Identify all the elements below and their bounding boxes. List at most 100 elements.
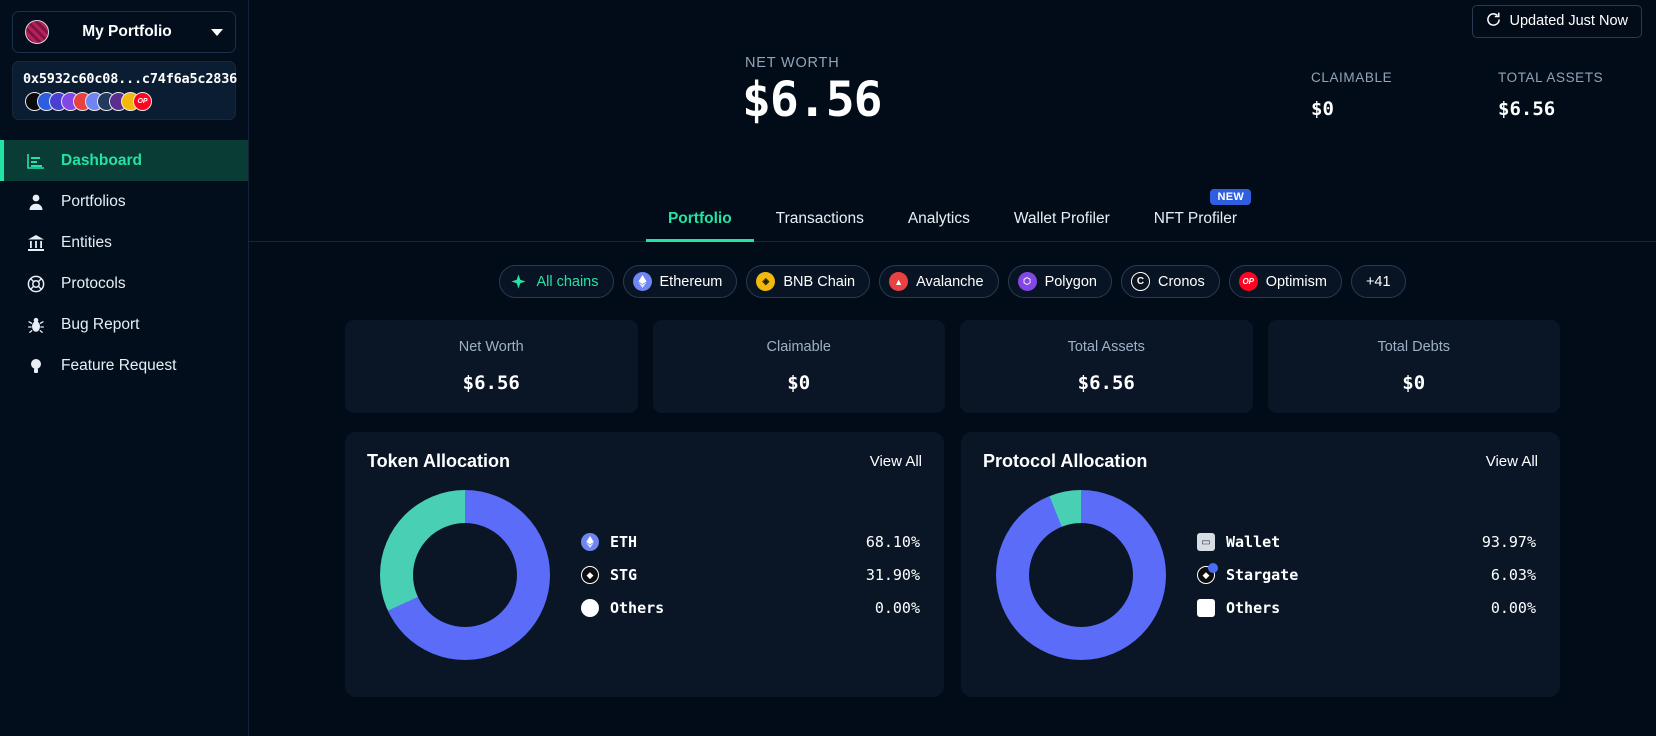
refresh-icon: [1486, 12, 1501, 31]
chain-filter-label: Avalanche: [916, 274, 983, 290]
legend-value: 0.00%: [1491, 599, 1536, 617]
summary-card-total-debts: Total Debts $0: [1268, 320, 1561, 413]
bug-icon: [26, 315, 45, 334]
net-worth-label: NET WORTH: [745, 55, 839, 71]
app-root: My Portfolio 0x5932c60c08...c74f6a5c2836…: [0, 0, 1656, 736]
wallet-icon: ▭: [1197, 533, 1215, 551]
optimism-icon: OP: [1239, 272, 1258, 291]
sparkle-icon: [509, 272, 528, 291]
refresh-label: Updated Just Now: [1510, 13, 1628, 29]
panel-title: Protocol Allocation: [983, 451, 1147, 472]
tab-bar: Portfolio Transactions Analytics Wallet …: [249, 200, 1656, 242]
protocol-allocation-donut-chart: [996, 490, 1166, 660]
legend-label: STG: [610, 566, 855, 584]
tab-nft-profiler[interactable]: NEW NFT Profiler: [1132, 200, 1259, 241]
chain-filter-ethereum[interactable]: Ethereum: [623, 265, 738, 298]
sidebar-item-entities[interactable]: Entities: [0, 222, 248, 263]
chain-filter-label: All chains: [536, 274, 598, 290]
summary-label: Total Debts: [1377, 339, 1450, 355]
legend-item[interactable]: ◆ Stargate 6.03%: [1197, 559, 1536, 592]
cronos-icon: C: [1131, 272, 1150, 291]
legend-value: 0.00%: [875, 599, 920, 617]
summary-value: $6.56: [463, 372, 520, 394]
summary-value: $0: [1402, 372, 1425, 394]
summary-card-claimable: Claimable $0: [653, 320, 946, 413]
new-badge: NEW: [1210, 189, 1251, 205]
panel-header: Token Allocation View All: [367, 451, 922, 472]
legend-label: Others: [610, 599, 864, 617]
chain-filter-all-chains[interactable]: All chains: [499, 265, 613, 298]
token-legend: ETH 68.10% ◆ STG 31.90% Others 0.00%: [563, 526, 922, 625]
sidebar-item-label: Dashboard: [61, 152, 142, 170]
summary-label: Net Worth: [459, 339, 524, 355]
tab-label: Analytics: [908, 210, 970, 227]
legend-item[interactable]: ETH 68.10%: [581, 526, 920, 559]
protocol-legend: ▭ Wallet 93.97% ◆ Stargate 6.03%: [1179, 526, 1538, 625]
sidebar-item-label: Entities: [61, 234, 112, 252]
hero-stat-claimable: CLAIMABLE $0: [1311, 70, 1392, 120]
lifebuoy-icon: [26, 274, 45, 293]
summary-card-total-assets: Total Assets $6.56: [960, 320, 1253, 413]
legend-value: 93.97%: [1482, 533, 1536, 551]
bulb-icon: [26, 356, 45, 375]
summary-label: Total Assets: [1068, 339, 1145, 355]
chain-filter-avalanche[interactable]: ▲ Avalanche: [879, 265, 998, 298]
chain-filter-label: Optimism: [1266, 274, 1327, 290]
stargate-icon: ◆: [1197, 566, 1215, 584]
hero-stat-label: TOTAL ASSETS: [1498, 70, 1603, 85]
tab-transactions[interactable]: Transactions: [754, 200, 886, 241]
polygon-icon: ⬡: [1018, 272, 1037, 291]
chain-filter-label: Cronos: [1158, 274, 1205, 290]
panel-body: ETH 68.10% ◆ STG 31.90% Others 0.00%: [367, 490, 922, 660]
sidebar: My Portfolio 0x5932c60c08...c74f6a5c2836…: [0, 0, 249, 736]
wallet-card[interactable]: 0x5932c60c08...c74f6a5c2836 OP: [12, 61, 236, 120]
others-icon: [581, 599, 599, 617]
protocol-allocation-panel: Protocol Allocation View All ▭ Wallet 93…: [961, 432, 1560, 697]
allocation-panels: Token Allocation View All ETH 68.10%: [249, 432, 1656, 697]
chain-filter-polygon[interactable]: ⬡ Polygon: [1008, 265, 1112, 298]
refresh-button[interactable]: Updated Just Now: [1472, 5, 1642, 38]
view-all-link[interactable]: View All: [1486, 453, 1538, 470]
sidebar-item-label: Feature Request: [61, 357, 176, 375]
main-content: Updated Just Now NET WORTH $6.56 CLAIMAB…: [249, 0, 1656, 736]
legend-item[interactable]: Others 0.00%: [581, 592, 920, 625]
tab-portfolio[interactable]: Portfolio: [646, 200, 754, 241]
summary-label: Claimable: [767, 339, 831, 355]
sidebar-item-label: Bug Report: [61, 316, 139, 334]
tab-analytics[interactable]: Analytics: [886, 200, 992, 241]
summary-cards: Net Worth $6.56 Claimable $0 Total Asset…: [249, 320, 1656, 413]
eth-icon: [581, 533, 599, 551]
tab-wallet-profiler[interactable]: Wallet Profiler: [992, 200, 1132, 241]
sidebar-nav: Dashboard Portfolios Entities Protocols: [0, 140, 248, 386]
token-donut-wrap: [367, 490, 563, 660]
view-all-link[interactable]: View All: [870, 453, 922, 470]
stargate-chain-badge: [1208, 563, 1218, 573]
wallet-address: 0x5932c60c08...c74f6a5c2836: [23, 71, 225, 87]
summary-value: $6.56: [1078, 372, 1135, 394]
optimism-icon: OP: [133, 92, 152, 111]
chain-filter-cronos[interactable]: C Cronos: [1121, 265, 1220, 298]
eth-icon: [633, 272, 652, 291]
sidebar-item-portfolios[interactable]: Portfolios: [0, 181, 248, 222]
chain-filter-bnb-chain[interactable]: ◈ BNB Chain: [746, 265, 870, 298]
chain-filter-optimism[interactable]: OP Optimism: [1229, 265, 1342, 298]
legend-value: 31.90%: [866, 566, 920, 584]
wallet-chain-icons: OP: [23, 92, 225, 111]
net-worth-value: $6.56: [742, 72, 882, 128]
sidebar-item-protocols[interactable]: Protocols: [0, 263, 248, 304]
chain-filter-bar: All chains Ethereum ◈ BNB Chain ▲ Avalan…: [249, 265, 1656, 298]
chain-filter-label: Polygon: [1045, 274, 1097, 290]
chart-bars-icon: [26, 151, 45, 170]
sidebar-item-feature-request[interactable]: Feature Request: [0, 345, 248, 386]
legend-item[interactable]: Others 0.00%: [1197, 592, 1536, 625]
legend-item[interactable]: ▭ Wallet 93.97%: [1197, 526, 1536, 559]
chain-filter-more[interactable]: +41: [1351, 265, 1406, 298]
portfolio-selector[interactable]: My Portfolio: [12, 11, 236, 53]
person-icon: [26, 192, 45, 211]
sidebar-item-dashboard[interactable]: Dashboard: [0, 140, 248, 181]
tab-label: Wallet Profiler: [1014, 210, 1110, 227]
stargate-icon: ◆: [581, 566, 599, 584]
legend-value: 68.10%: [866, 533, 920, 551]
sidebar-item-bug-report[interactable]: Bug Report: [0, 304, 248, 345]
legend-item[interactable]: ◆ STG 31.90%: [581, 559, 920, 592]
